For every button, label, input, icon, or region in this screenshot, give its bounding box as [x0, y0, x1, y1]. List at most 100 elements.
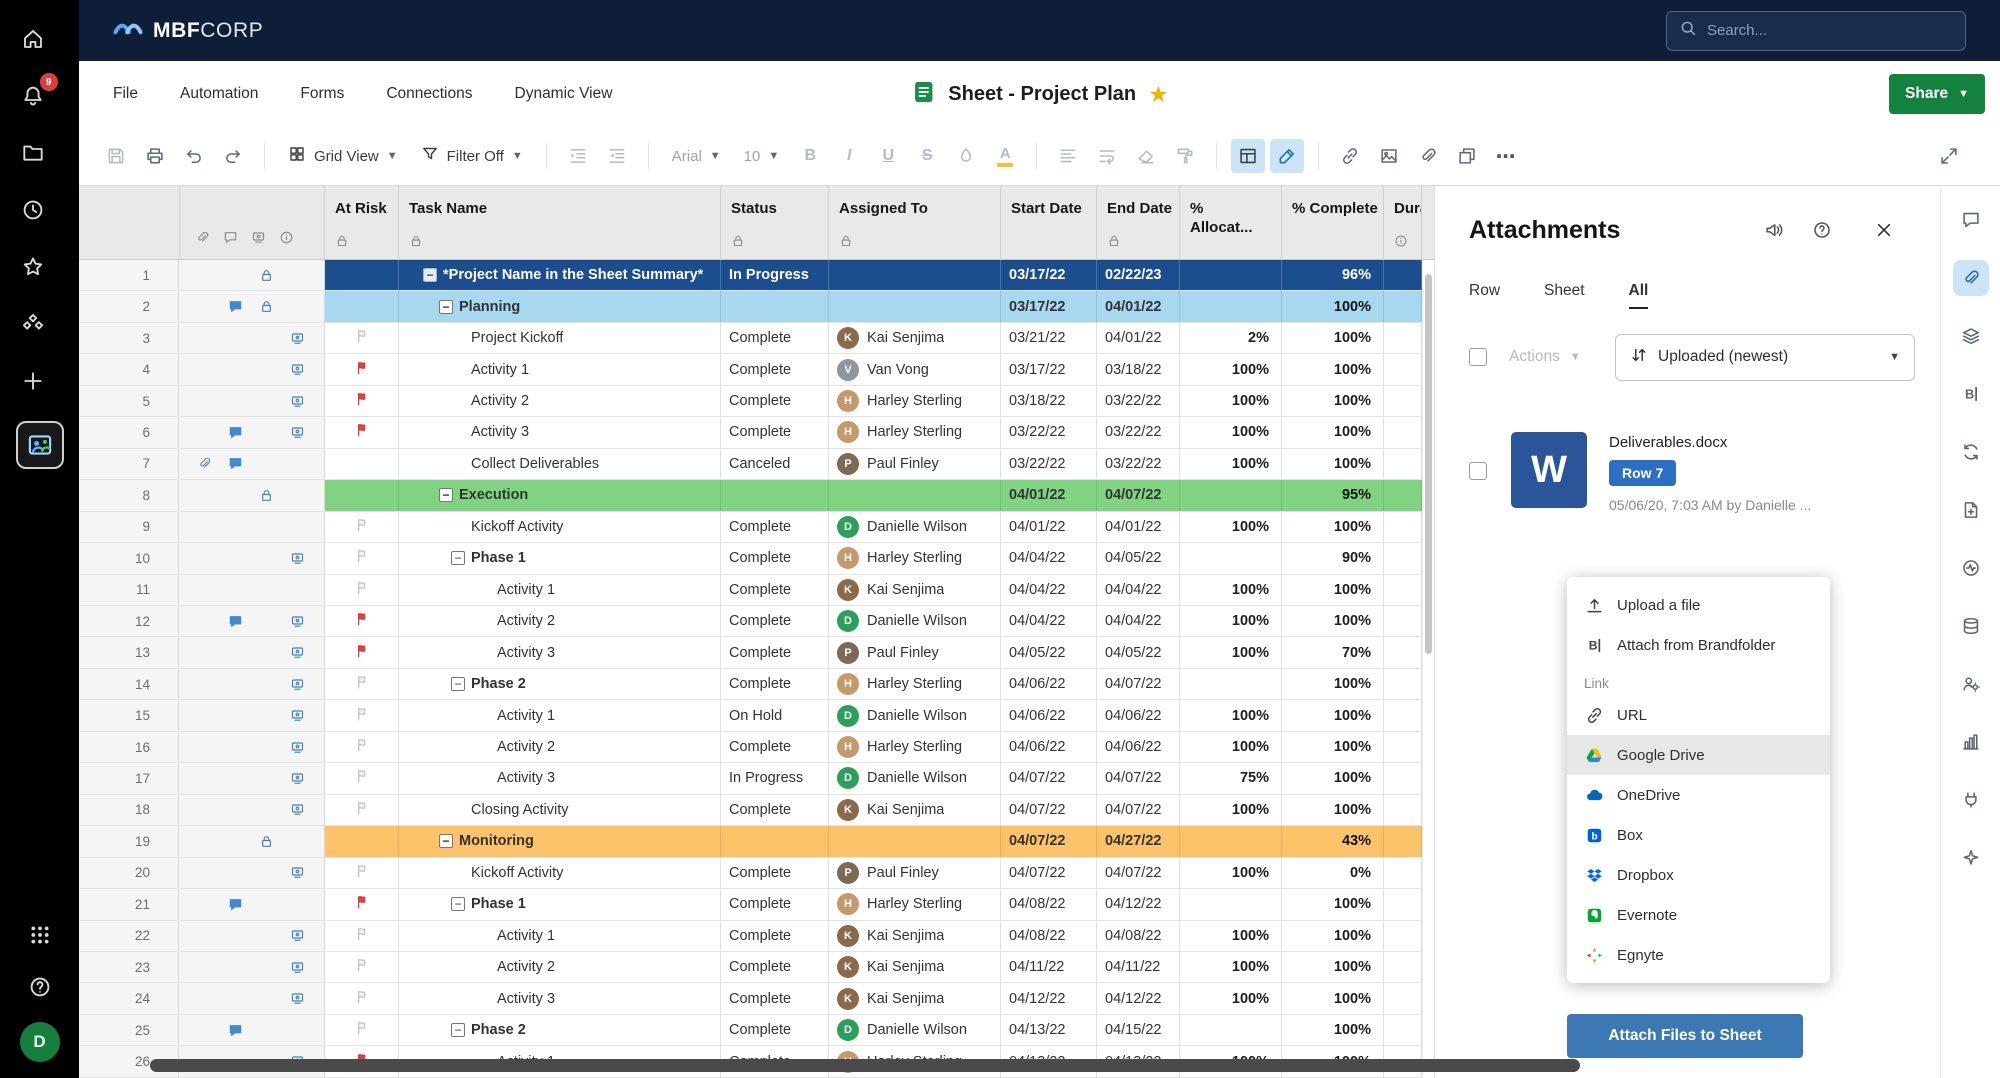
grid-row-1[interactable]: 1−*Project Name in the Sheet Summary*In …: [79, 260, 1434, 291]
end-date-cell[interactable]: 04/07/22: [1097, 795, 1180, 825]
collapse-toggle[interactable]: −: [451, 677, 465, 691]
assigned-to-cell[interactable]: KKai Senjima: [829, 575, 1001, 605]
at-risk-flag-gray-icon[interactable]: [354, 706, 370, 726]
sort-dropdown[interactable]: Uploaded (newest)▼: [1615, 334, 1915, 381]
status-cell[interactable]: In Progress: [721, 260, 829, 290]
start-date-cell[interactable]: 04/13/22: [1001, 1015, 1097, 1045]
row-number[interactable]: 23: [79, 952, 179, 982]
row-number[interactable]: 3: [79, 323, 179, 353]
row-number[interactable]: 10: [79, 543, 179, 573]
end-date-cell[interactable]: 04/01/22: [1097, 323, 1180, 353]
assigned-to-cell[interactable]: HHarley Sterling: [829, 386, 1001, 416]
task-name-cell[interactable]: −Phase 1: [399, 889, 721, 919]
start-date-cell[interactable]: 04/08/22: [1001, 889, 1097, 919]
end-date-cell[interactable]: 03/18/22: [1097, 354, 1180, 384]
percent-complete-cell[interactable]: 100%: [1282, 354, 1384, 384]
assigned-to-cell[interactable]: DDanielle Wilson: [829, 606, 1001, 636]
assigned-to-cell[interactable]: PPaul Finley: [829, 858, 1001, 888]
end-date-cell[interactable]: 04/07/22: [1097, 858, 1180, 888]
duration-cell[interactable]: [1384, 921, 1422, 951]
end-date-cell[interactable]: 04/12/22: [1097, 889, 1180, 919]
duration-cell[interactable]: [1384, 512, 1422, 542]
status-cell[interactable]: Complete: [721, 921, 829, 951]
status-cell[interactable]: [721, 480, 829, 510]
end-date-cell[interactable]: 04/01/22: [1097, 291, 1180, 321]
duration-cell[interactable]: [1384, 323, 1422, 353]
assigned-to-cell[interactable]: VVan Vong: [829, 354, 1001, 384]
at-risk-cell[interactable]: [325, 575, 399, 605]
at-risk-flag-red-icon[interactable]: [354, 360, 370, 380]
comment-icon[interactable]: [220, 425, 251, 440]
end-date-cell[interactable]: 04/04/22: [1097, 575, 1180, 605]
percent-allocated-cell[interactable]: [1180, 889, 1282, 919]
menu-automation[interactable]: Automation: [180, 85, 258, 103]
duration-cell[interactable]: [1384, 795, 1422, 825]
row-number[interactable]: 18: [79, 795, 179, 825]
cell-format-toggle[interactable]: [1231, 139, 1265, 173]
menu-item-upload-a-file[interactable]: Upload a file: [1567, 585, 1830, 625]
assigned-to-cell[interactable]: PPaul Finley: [829, 637, 1001, 667]
task-name-cell[interactable]: −Execution: [399, 480, 721, 510]
duration-cell[interactable]: [1384, 669, 1422, 699]
search-input[interactable]: [1707, 22, 1953, 39]
end-date-cell[interactable]: 02/22/23: [1097, 260, 1180, 290]
status-cell[interactable]: Complete: [721, 354, 829, 384]
at-risk-cell[interactable]: [325, 795, 399, 825]
font-size-selector[interactable]: 10▼: [735, 139, 789, 173]
at-risk-flag-gray-icon[interactable]: [354, 863, 370, 883]
sidebar-workspace-icon[interactable]: [16, 421, 64, 469]
grid-row-18[interactable]: 18Closing ActivityCompleteKKai Senjima04…: [79, 795, 1434, 826]
at-risk-flag-gray-icon[interactable]: [354, 1020, 370, 1040]
at-risk-cell[interactable]: [325, 763, 399, 793]
assigned-to-cell[interactable]: HHarley Sterling: [829, 889, 1001, 919]
row-number[interactable]: 21: [79, 889, 179, 919]
assigned-to-cell[interactable]: DDanielle Wilson: [829, 1015, 1001, 1045]
word-file-icon[interactable]: W: [1511, 432, 1587, 508]
panel-rail-file-add-icon[interactable]: [1953, 492, 1989, 528]
clip-icon[interactable]: [189, 456, 220, 471]
percent-allocated-cell[interactable]: 100%: [1180, 449, 1282, 479]
at-risk-cell[interactable]: [325, 449, 399, 479]
announcement-icon[interactable]: [1764, 220, 1784, 240]
at-risk-flag-gray-icon[interactable]: [354, 674, 370, 694]
tab-all[interactable]: All: [1629, 282, 1649, 309]
percent-complete-cell[interactable]: 100%: [1282, 575, 1384, 605]
percent-complete-cell[interactable]: 100%: [1282, 323, 1384, 353]
underline-button[interactable]: U: [871, 139, 905, 173]
grid-row-9[interactable]: 9Kickoff ActivityCompleteDDanielle Wilso…: [79, 512, 1434, 543]
menu-item-egnyte[interactable]: Egnyte: [1567, 935, 1830, 975]
row-reference-badge[interactable]: Row 7: [1609, 460, 1676, 486]
start-date-cell[interactable]: 04/04/22: [1001, 543, 1097, 573]
grid-row-10[interactable]: 10−Phase 1CompleteHHarley Sterling04/04/…: [79, 543, 1434, 574]
user-avatar[interactable]: D: [20, 1022, 60, 1062]
assigned-to-cell[interactable]: KKai Senjima: [829, 323, 1001, 353]
proof-icon[interactable]: [282, 551, 313, 566]
close-panel-icon[interactable]: [1874, 220, 1894, 240]
highlight-toggle[interactable]: [1270, 139, 1304, 173]
proof-icon[interactable]: [282, 991, 313, 1006]
comment-icon[interactable]: [220, 456, 251, 471]
assigned-to-cell[interactable]: [829, 480, 1001, 510]
status-cell[interactable]: Complete: [721, 323, 829, 353]
percent-allocated-cell[interactable]: 100%: [1180, 952, 1282, 982]
collapse-toggle[interactable]: −: [423, 268, 437, 282]
text-color-button[interactable]: A: [988, 139, 1022, 173]
at-risk-flag-gray-icon[interactable]: [354, 768, 370, 788]
percent-complete-cell[interactable]: 100%: [1282, 700, 1384, 730]
grid-row-20[interactable]: 20Kickoff ActivityCompletePPaul Finley04…: [79, 858, 1434, 889]
menu-item-box[interactable]: bBox: [1567, 815, 1830, 855]
grid-row-7[interactable]: 7Collect DeliverablesCanceledPPaul Finle…: [79, 449, 1434, 480]
start-date-cell[interactable]: 04/04/22: [1001, 606, 1097, 636]
proof-icon[interactable]: [282, 394, 313, 409]
assigned-to-cell[interactable]: KKai Senjima: [829, 983, 1001, 1013]
grid-row-14[interactable]: 14−Phase 2CompleteHHarley Sterling04/06/…: [79, 669, 1434, 700]
task-name-cell[interactable]: Kickoff Activity: [399, 512, 721, 542]
panel-rail-stack-icon[interactable]: [1953, 318, 1989, 354]
start-date-cell[interactable]: 03/18/22: [1001, 386, 1097, 416]
fill-color-button[interactable]: [949, 139, 983, 173]
row-number[interactable]: 17: [79, 763, 179, 793]
share-button[interactable]: Share▼: [1889, 74, 1985, 114]
end-date-cell[interactable]: 03/22/22: [1097, 417, 1180, 447]
undo-button[interactable]: [177, 139, 211, 173]
sidebar-help-icon[interactable]: [23, 970, 57, 1004]
